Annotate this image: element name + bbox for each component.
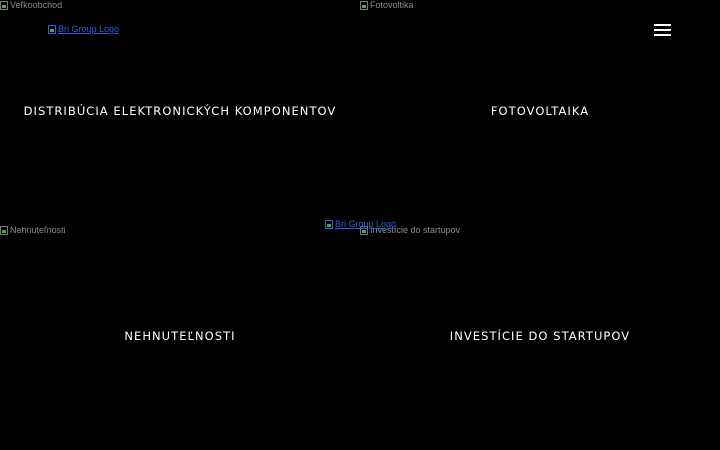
tile-title: FOTOVOLTAIKA (490, 104, 590, 118)
center-logo-alt: Bri Group Logo (335, 219, 397, 229)
center-logo-link[interactable]: Bri Group Logo (325, 219, 396, 230)
broken-image-icon (325, 220, 333, 229)
tile-title: NEHNUTEĽNOSTI (124, 329, 236, 343)
tile-title: INVESTÍCIE DO STARTUPOV (449, 329, 631, 343)
hamburger-menu-icon (654, 24, 671, 26)
tile-image-alt: Veľkoobchod (10, 0, 63, 10)
tile-startup-investments[interactable]: Investície do startupov INVESTÍCIE DO ST… (360, 225, 720, 450)
tile-image-real-estate: Nehnuteľnosti (0, 225, 66, 236)
broken-image-icon (48, 25, 56, 34)
broken-image-icon (360, 1, 368, 10)
header-logo-link[interactable]: Bri Group Logo (48, 24, 119, 35)
tile-real-estate[interactable]: Nehnuteľnosti NEHNUTEĽNOSTI (0, 225, 360, 450)
tile-image-photovoltaics: Fotovoltika (360, 0, 414, 11)
hamburger-menu-button[interactable] (652, 22, 674, 38)
header-logo-alt: Bri Group Logo (58, 24, 120, 34)
broken-image-icon (0, 1, 8, 10)
tile-image-electronics: Veľkoobchod (0, 0, 62, 11)
hamburger-menu-icon (654, 34, 671, 36)
tile-image-alt: Nehnuteľnosti (10, 225, 66, 235)
broken-image-icon (0, 226, 8, 235)
tile-title: DISTRIBÚCIA ELEKTRONICKÝCH KOMPONENTOV (23, 104, 337, 118)
tile-image-alt: Fotovoltika (370, 0, 414, 10)
hamburger-menu-icon (654, 29, 671, 31)
